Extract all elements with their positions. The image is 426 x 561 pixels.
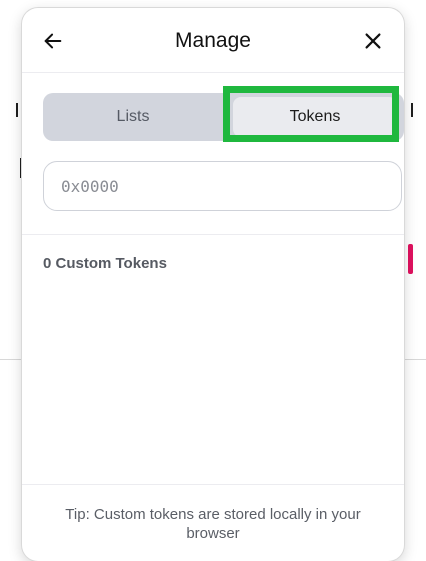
close-button[interactable]	[360, 28, 386, 54]
modal-title: Manage	[175, 29, 251, 52]
manage-modal: Manage Lists Tokens 0 Custom Tokens Tip:…	[22, 8, 404, 561]
modal-header: Manage	[22, 8, 404, 73]
tab-lists[interactable]: Lists	[43, 93, 223, 141]
backdrop-divider	[404, 359, 426, 360]
manage-tabs: Lists Tokens	[43, 93, 404, 141]
backdrop-left	[0, 0, 22, 561]
custom-tokens-count: 0 Custom Tokens	[43, 255, 167, 272]
close-icon	[365, 33, 381, 49]
token-address-input[interactable]	[43, 161, 402, 211]
backdrop-divider	[0, 359, 22, 360]
tab-tokens[interactable]: Tokens	[233, 97, 397, 137]
divider	[22, 484, 404, 485]
divider	[22, 234, 404, 235]
backdrop-accent	[408, 244, 413, 274]
footer-tip: Tip: Custom tokens are stored locally in…	[65, 506, 361, 542]
backdrop-fragment	[16, 103, 18, 117]
backdrop-fragment	[411, 103, 413, 117]
